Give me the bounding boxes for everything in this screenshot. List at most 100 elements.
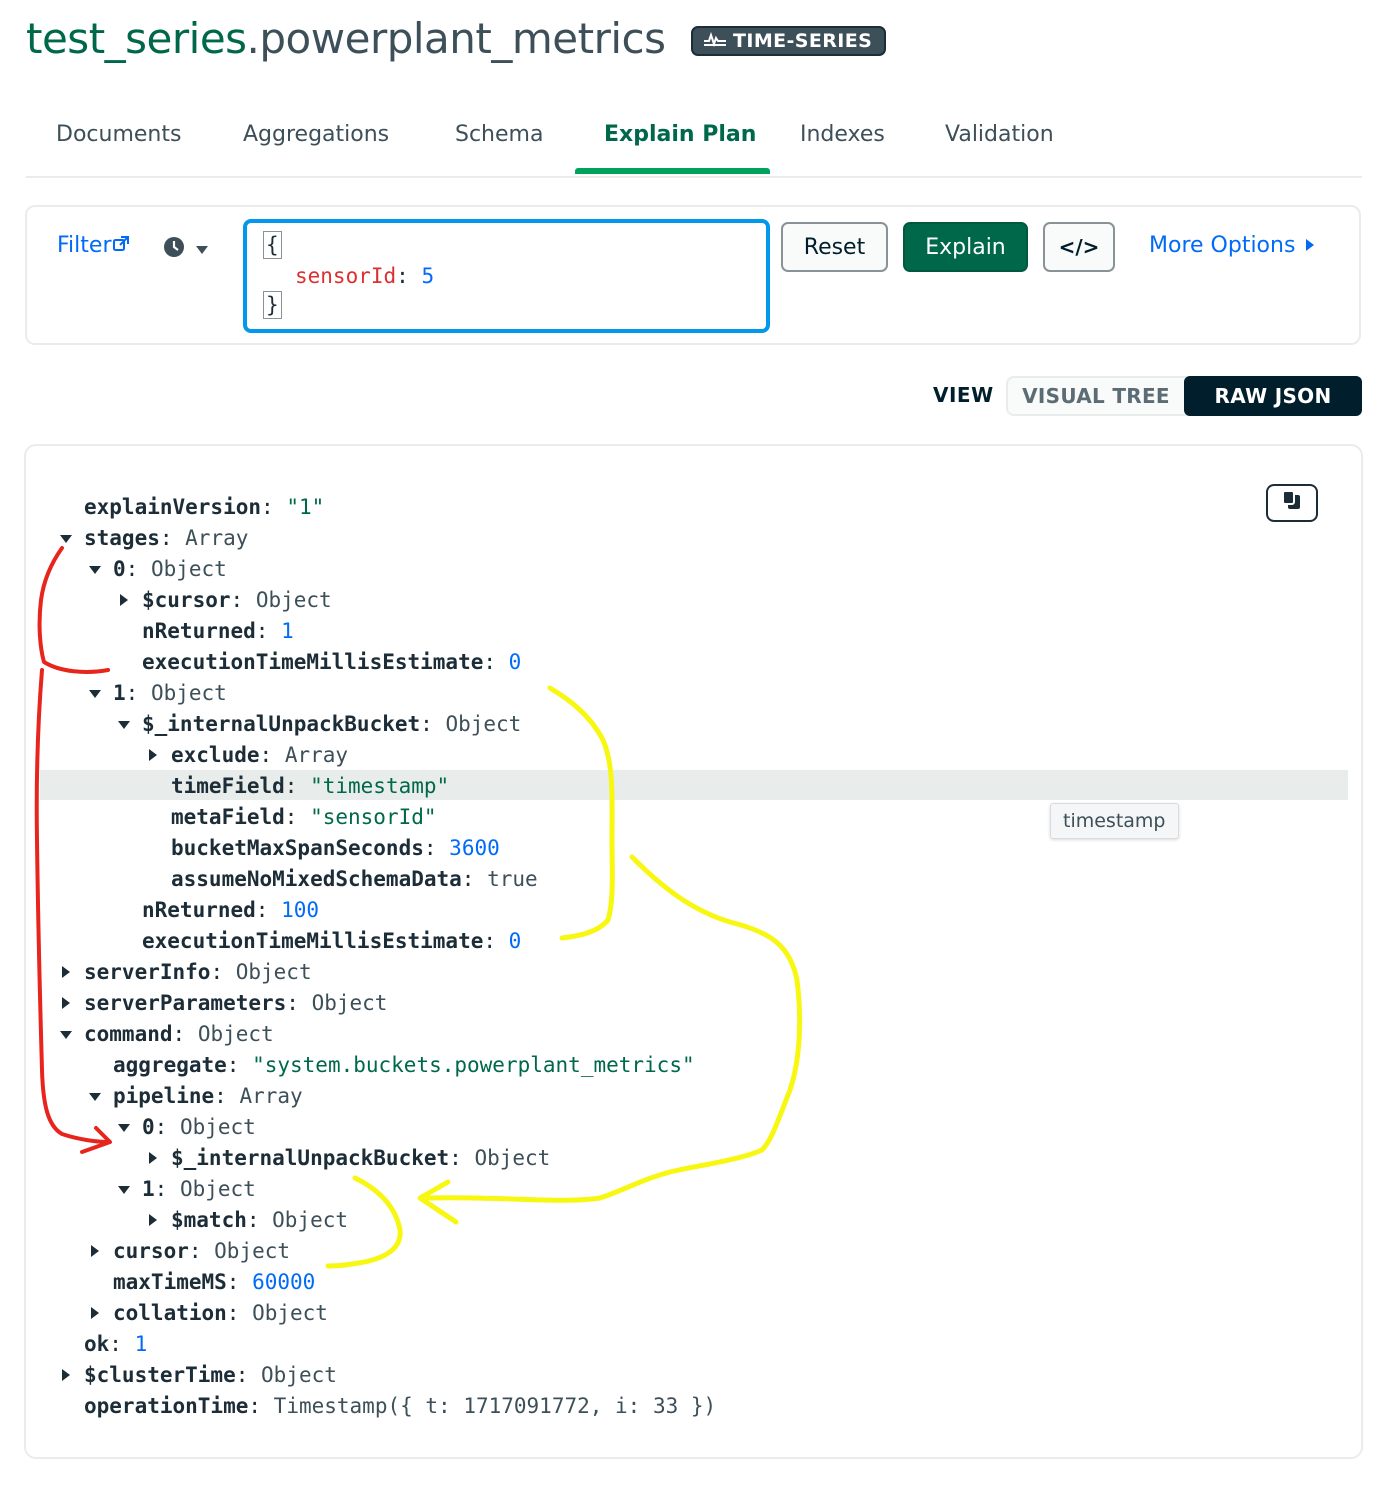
- collapse-toggle-icon[interactable]: [89, 566, 101, 574]
- json-value: 60000: [252, 1270, 316, 1294]
- more-options-button[interactable]: More Options: [1149, 233, 1315, 258]
- json-row[interactable]: $_internalUnpackBucket: Object: [171, 1143, 550, 1174]
- json-row[interactable]: collation: Object: [113, 1298, 328, 1329]
- reset-button[interactable]: Reset: [781, 222, 888, 272]
- json-value: Timestamp({ t: 1717091772, i: 33 }): [273, 1394, 717, 1418]
- collapse-toggle-icon[interactable]: [118, 1186, 130, 1194]
- json-value: Array: [239, 1084, 303, 1108]
- json-value: Object: [261, 1363, 337, 1387]
- expand-toggle-icon[interactable]: [91, 1245, 99, 1257]
- tooltip: timestamp: [1050, 803, 1179, 839]
- json-value: Object: [179, 1115, 256, 1139]
- more-options-label: More Options: [1149, 233, 1296, 258]
- time-series-badge: TIME-SERIES: [691, 26, 887, 56]
- json-key: timeField: [171, 774, 285, 798]
- json-value: Object: [445, 712, 522, 736]
- tab-validation[interactable]: Validation: [945, 122, 1054, 147]
- expand-toggle-icon[interactable]: [62, 966, 70, 978]
- json-value: "1": [286, 495, 325, 519]
- tab-indexes[interactable]: Indexes: [800, 122, 885, 147]
- explain-button[interactable]: Explain: [903, 222, 1028, 272]
- expand-toggle-icon[interactable]: [62, 997, 70, 1009]
- json-row[interactable]: cursor: Object: [113, 1236, 290, 1267]
- json-value: Object: [311, 991, 388, 1015]
- tab-aggregations[interactable]: Aggregations: [243, 122, 389, 147]
- collapse-toggle-icon[interactable]: [60, 535, 72, 543]
- query-value: 5: [421, 264, 435, 288]
- json-value: Object: [150, 681, 227, 705]
- json-value: "sensorId": [310, 805, 437, 829]
- json-value: 0: [508, 929, 522, 953]
- json-value: Object: [474, 1146, 551, 1170]
- expand-toggle-icon[interactable]: [149, 1152, 157, 1164]
- json-value: Object: [272, 1208, 349, 1232]
- collapse-toggle-icon[interactable]: [118, 721, 130, 729]
- json-key: collation: [113, 1301, 227, 1325]
- tab-schema[interactable]: Schema: [455, 122, 543, 147]
- expand-toggle-icon[interactable]: [91, 1307, 99, 1319]
- json-value: 3600: [449, 836, 500, 860]
- json-key: 0: [142, 1115, 155, 1139]
- clock-icon: [163, 236, 185, 262]
- json-row: executionTimeMillisEstimate: 0: [142, 650, 522, 674]
- json-row: explainVersion: "1": [84, 495, 325, 519]
- json-row[interactable]: 1: Object: [142, 1174, 256, 1205]
- json-value: Object: [197, 1022, 274, 1046]
- json-row[interactable]: serverParameters: Object: [84, 988, 387, 1019]
- json-row[interactable]: $_internalUnpackBucket: Object: [142, 709, 521, 740]
- json-key: 1: [142, 1177, 155, 1201]
- export-code-button[interactable]: </>: [1043, 222, 1115, 272]
- filter-link[interactable]: Filter: [57, 233, 130, 258]
- expand-toggle-icon[interactable]: [120, 594, 128, 606]
- view-option-raw-json[interactable]: RAW JSON: [1184, 376, 1362, 416]
- json-key: $match: [171, 1208, 247, 1232]
- collapse-toggle-icon[interactable]: [89, 690, 101, 698]
- json-row[interactable]: 0: Object: [113, 554, 227, 585]
- json-value: Array: [185, 526, 249, 550]
- json-row[interactable]: pipeline: Array: [113, 1081, 303, 1112]
- collapse-toggle-icon[interactable]: [118, 1124, 130, 1132]
- json-key: $cursor: [142, 588, 231, 612]
- expand-toggle-icon[interactable]: [149, 1214, 157, 1226]
- filter-query-editor[interactable]: { sensorId: 5 }: [243, 219, 770, 333]
- json-value: true: [487, 867, 538, 891]
- json-value: 1: [281, 619, 294, 643]
- json-key: assumeNoMixedSchemaData: [171, 867, 462, 891]
- json-row[interactable]: $clusterTime: Object: [84, 1360, 337, 1391]
- json-row[interactable]: $match: Object: [171, 1205, 348, 1236]
- tab-explain-plan[interactable]: Explain Plan: [604, 122, 756, 147]
- json-row: nReturned: 100: [142, 898, 320, 922]
- json-row: maxTimeMS: 60000: [113, 1270, 316, 1294]
- query-history-button[interactable]: [163, 236, 209, 262]
- json-row[interactable]: stages: Array: [84, 523, 248, 554]
- query-open-brace: {: [263, 231, 282, 259]
- caret-down-icon: [195, 240, 209, 259]
- json-key: ok: [84, 1332, 110, 1356]
- tab-documents[interactable]: Documents: [56, 122, 181, 147]
- expand-toggle-icon[interactable]: [149, 749, 157, 761]
- json-key: serverInfo: [84, 960, 211, 984]
- query-close-brace: }: [263, 291, 282, 319]
- json-row[interactable]: 0: Object: [142, 1112, 256, 1143]
- json-key: bucketMaxSpanSeconds: [171, 836, 424, 860]
- json-key: nReturned: [142, 619, 256, 643]
- expand-toggle-icon[interactable]: [62, 1369, 70, 1381]
- json-row[interactable]: 1: Object: [113, 678, 227, 709]
- collapse-toggle-icon[interactable]: [60, 1031, 72, 1039]
- json-key: explainVersion: [84, 495, 262, 519]
- json-value: Array: [284, 743, 349, 767]
- json-row[interactable]: exclude: Array: [171, 740, 348, 771]
- json-key: $clusterTime: [84, 1363, 236, 1387]
- json-value: Object: [252, 1301, 328, 1325]
- json-row[interactable]: $cursor: Object: [142, 585, 332, 616]
- view-option-visual-tree[interactable]: VISUAL TREE: [1008, 378, 1184, 414]
- json-row: nReturned: 1: [142, 619, 294, 643]
- json-row: timeField: "timestamp": [171, 774, 450, 798]
- filter-label: Filter: [57, 233, 112, 258]
- json-row[interactable]: command: Object: [84, 1019, 274, 1050]
- copy-button[interactable]: [1266, 484, 1318, 522]
- json-key: aggregate: [113, 1053, 227, 1077]
- json-key: stages: [84, 526, 160, 550]
- collapse-toggle-icon[interactable]: [89, 1093, 101, 1101]
- json-row[interactable]: serverInfo: Object: [84, 957, 312, 988]
